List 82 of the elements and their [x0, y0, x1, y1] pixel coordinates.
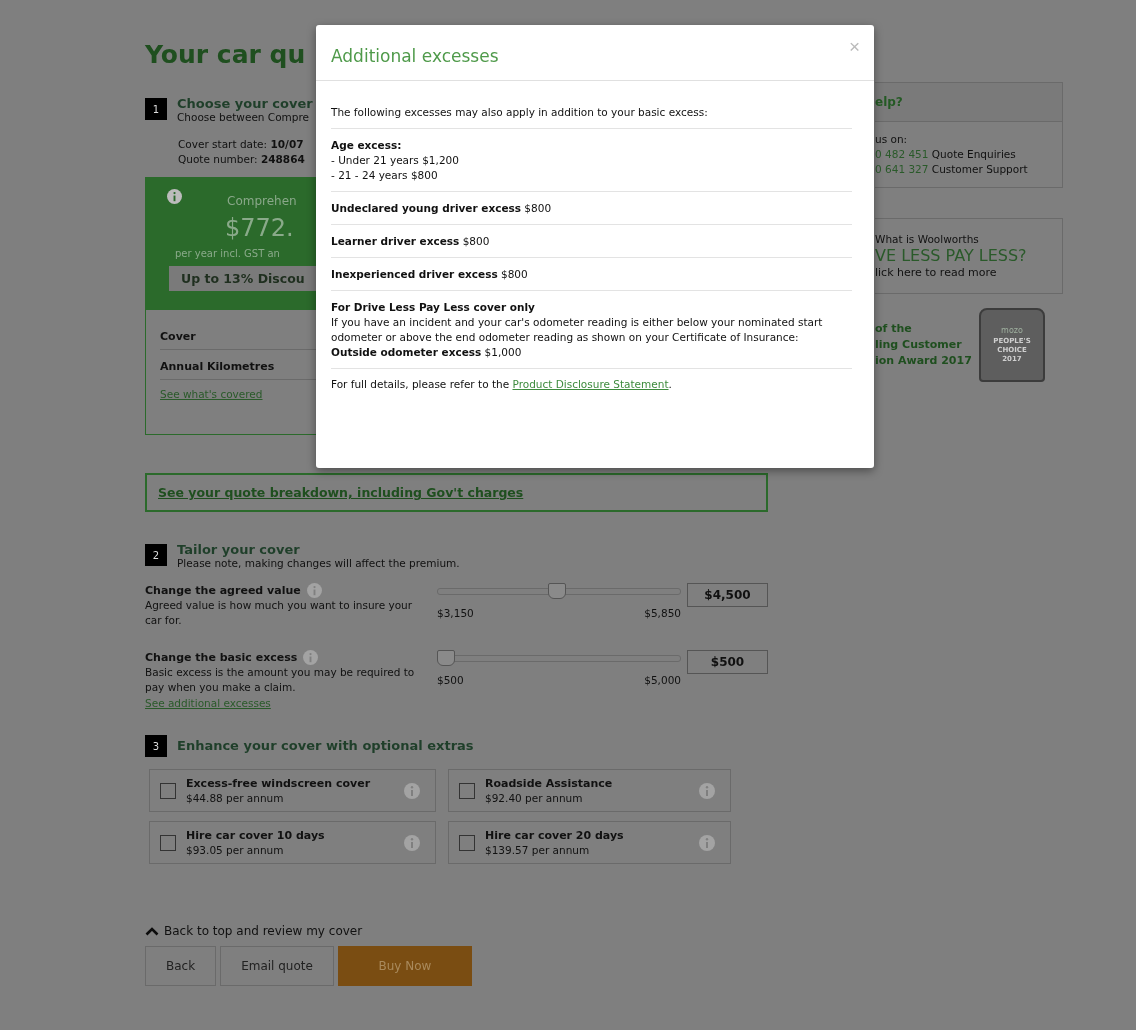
excess-line: Learner driver excess $800: [331, 234, 491, 249]
checkbox[interactable]: [459, 834, 475, 851]
chevron-up-icon[interactable]: [145, 926, 159, 936]
contact-intro: us on:: [875, 132, 909, 147]
slider-label: Change the basic excess: [145, 651, 298, 664]
extra-option-card[interactable]: Hire car cover 10 days $93.05 per annum: [149, 821, 436, 864]
excess-heading: Age excess:: [331, 138, 403, 153]
help-title: elp?: [875, 95, 903, 109]
pds-link[interactable]: Product Disclosure Statement: [512, 378, 669, 390]
info-icon[interactable]: [303, 650, 319, 665]
back-to-top-link[interactable]: Back to top and review my cover: [164, 924, 363, 938]
slider-max: $5,000: [644, 674, 681, 686]
phone-label: Quote Enquiries: [931, 148, 1016, 160]
promo-link[interactable]: lick here to read more: [875, 266, 1062, 279]
step-title: Choose your cover: [177, 96, 313, 111]
extra-name: Hire car cover 20 days: [485, 827, 625, 843]
step-subtitle: Choose between Compre: [177, 111, 311, 123]
slider-thumb[interactable]: [437, 650, 455, 666]
extra-price: $139.57 per annum: [485, 842, 591, 858]
award-text: of the: [875, 321, 913, 337]
extra-option-card[interactable]: Hire car cover 20 days $139.57 per annum: [448, 821, 731, 864]
slider-description: Basic excess is the amount you may be required to pay when you make a claim.: [145, 665, 416, 695]
checkbox[interactable]: [160, 834, 176, 851]
excess-line: - 21 - 24 years $800: [331, 168, 439, 183]
step-number: 1: [145, 98, 167, 120]
price-note: per year incl. GST an: [175, 248, 280, 259]
info-icon[interactable]: [306, 583, 322, 598]
award-text: ling Customer: [875, 337, 963, 353]
slider-min: $500: [437, 674, 464, 686]
excess-line: Undeclared young driver excess $800: [331, 201, 553, 216]
step-title: Enhance your cover with optional extras: [177, 737, 474, 753]
extra-option-card[interactable]: Excess-free windscreen cover $44.88 per annum: [149, 769, 436, 812]
step-title: Tailor your cover: [177, 542, 301, 557]
action-button[interactable]: Email quote: [220, 946, 334, 986]
value-field[interactable]: $4,500: [687, 583, 768, 607]
slider[interactable]: [437, 650, 681, 666]
slider-label: Change the agreed value: [145, 584, 301, 597]
page-title: Your car qu: [145, 40, 306, 70]
excess-line: Outside odometer excess $1,000: [331, 345, 523, 360]
info-icon[interactable]: [699, 834, 715, 851]
slider-description: Agreed value is how much you want to insure your car for.: [145, 598, 414, 628]
phone-label: Customer Support: [931, 163, 1028, 175]
modal-footer-text: For full details, please refer to the Product Disclosure Statement.: [331, 377, 673, 392]
extra-name: Roadside Assistance: [485, 775, 614, 791]
excess-line: - Under 21 years $1,200: [331, 153, 460, 168]
promo-headline: VE LESS PAY LESS?: [875, 246, 1028, 265]
extra-name: Excess-free windscreen cover: [186, 775, 372, 791]
extra-name: Hire car cover 10 days: [186, 827, 326, 843]
info-icon[interactable]: [404, 834, 420, 851]
extra-price: $92.40 per annum: [485, 790, 584, 806]
extra-option-card[interactable]: Roadside Assistance $92.40 per annum: [448, 769, 731, 812]
slider-min: $3,150: [437, 607, 474, 619]
badge-text: mozo: [1001, 326, 1023, 335]
cover-type-label: Comprehen: [227, 194, 297, 208]
step-subtitle: Please note, making changes will affect the premium.: [177, 557, 460, 569]
checkbox[interactable]: [160, 782, 176, 799]
summary-label: Cover: [160, 330, 196, 343]
action-button[interactable]: Back: [145, 946, 217, 986]
checkbox[interactable]: [459, 782, 475, 799]
modal-title: Additional excesses: [331, 45, 499, 66]
info-icon[interactable]: [404, 782, 420, 799]
extra-price: $93.05 per annum: [186, 842, 285, 858]
modal-intro: The following excesses may also apply in addition to your basic excess:: [331, 97, 852, 129]
promo-intro: What is Woolworths: [875, 233, 980, 245]
step-number: 2: [145, 544, 167, 566]
slider-thumb[interactable]: [548, 583, 566, 599]
step-number: 3: [145, 735, 167, 757]
quote-number: Quote number: 248864: [178, 152, 305, 167]
slider-max: $5,850: [644, 607, 681, 619]
info-icon[interactable]: [699, 782, 715, 799]
quote-breakdown-link[interactable]: See your quote breakdown, including Gov't charges: [145, 473, 768, 512]
excess-description: If you have an incident and your car's odometer reading is either below your nominated start odometer or above the end odometer reading as shown on your Certificate of Insurance:: [331, 315, 824, 345]
summary-label: Annual Kilometres: [160, 360, 275, 373]
award-text: ion Award 2017: [875, 353, 973, 369]
cover-start-date: Cover start date: 10/07: [178, 137, 304, 152]
extra-price: $44.88 per annum: [186, 790, 285, 806]
value-field[interactable]: $500: [687, 650, 768, 674]
quote-price: $772.: [225, 214, 294, 242]
slider[interactable]: [437, 583, 681, 599]
info-icon[interactable]: [167, 189, 182, 204]
promo-panel[interactable]: What is Woolworths VE LESS PAY LESS? lick here to read more: [875, 218, 1063, 294]
excess-heading: For Drive Less Pay Less cover only: [331, 300, 536, 315]
